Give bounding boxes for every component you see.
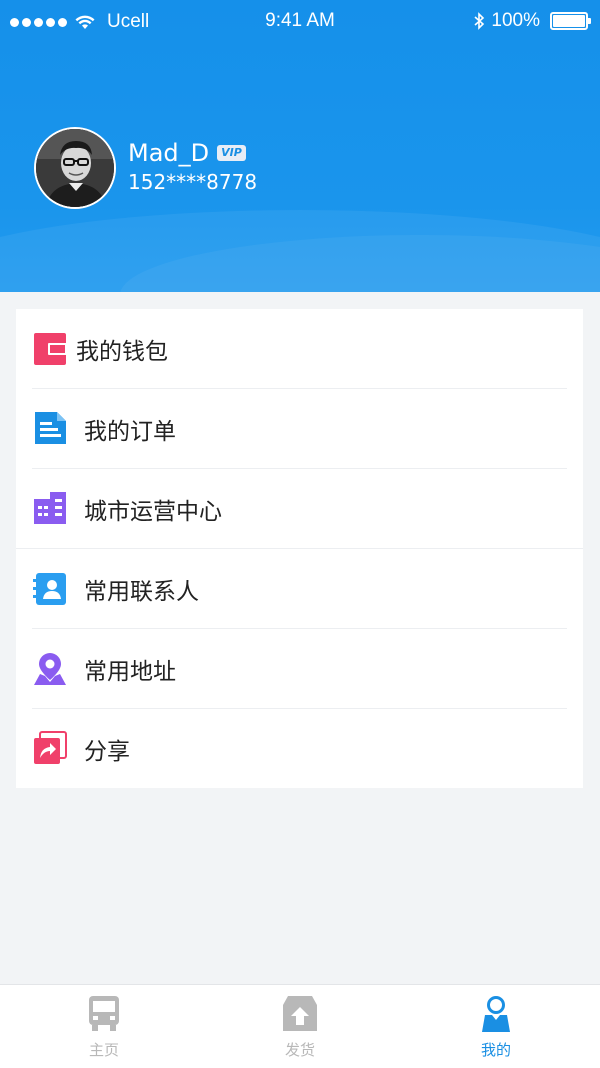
menu-item-label: 城市运营中心 (84, 499, 222, 525)
menu-item-orders[interactable]: 我的订单 (16, 389, 583, 469)
tab-label: 主页 (88, 1041, 119, 1059)
wallet-icon (34, 333, 67, 365)
menu-item-label: 我的钱包 (76, 339, 168, 365)
menu-item-contacts[interactable]: 常用联系人 (16, 549, 583, 629)
status-bar: Ucell 9:41 AM 100% (0, 0, 600, 42)
truck-icon (89, 996, 119, 1031)
menu-list: 我的钱包 我的订单 城市运营中心 常用联系人 常用地址 分享 (16, 309, 583, 788)
tab-bar: 主页 发货 我的 (0, 984, 600, 1068)
tab-label: 我的 (480, 1041, 511, 1059)
phone-number: 152****8778 (128, 170, 258, 194)
battery-icon (550, 12, 591, 30)
avatar[interactable] (34, 127, 116, 209)
menu-item-label: 我的订单 (84, 419, 176, 445)
share-icon (34, 731, 67, 764)
profile-header: Ucell 9:41 AM 100% Mad_D VIP 152****8778 (0, 0, 600, 292)
username-row: Mad_D VIP (128, 139, 246, 167)
menu-item-label: 分享 (84, 739, 130, 765)
username: Mad_D (128, 139, 210, 167)
location-pin-icon (34, 653, 66, 685)
tab-home[interactable]: 主页 (44, 985, 164, 1068)
tab-mine[interactable]: 我的 (436, 985, 556, 1068)
tab-label: 发货 (284, 1041, 315, 1059)
document-icon (35, 412, 66, 444)
contact-book-icon (33, 573, 66, 605)
avatar-photo (36, 129, 114, 207)
upload-box-icon (283, 996, 317, 1031)
status-right: 100% (473, 10, 591, 32)
vip-badge: VIP (217, 145, 246, 161)
menu-item-label: 常用联系人 (84, 579, 199, 605)
battery-percent: 100% (491, 10, 540, 31)
menu-item-share[interactable]: 分享 (16, 709, 583, 789)
menu-item-label: 常用地址 (84, 659, 176, 685)
menu-item-address[interactable]: 常用地址 (16, 629, 583, 709)
menu-item-wallet[interactable]: 我的钱包 (16, 309, 583, 389)
city-building-icon (34, 492, 66, 524)
user-icon (482, 996, 510, 1032)
tab-ship[interactable]: 发货 (240, 985, 360, 1068)
menu-item-city-ops[interactable]: 城市运营中心 (16, 469, 583, 549)
bluetooth-icon (474, 12, 485, 30)
